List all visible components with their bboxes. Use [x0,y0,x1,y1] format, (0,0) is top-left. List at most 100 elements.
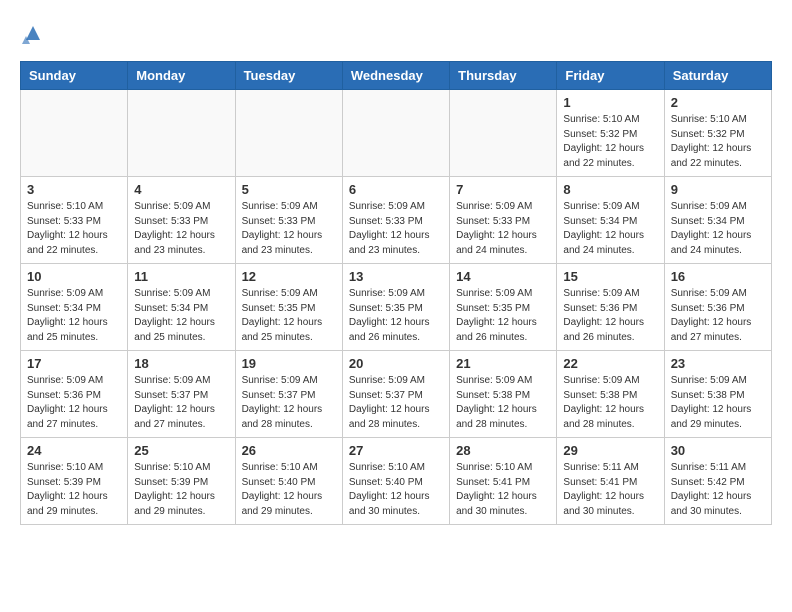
day-info: Sunrise: 5:09 AMSunset: 5:36 PMDaylight:… [671,287,765,345]
day-number: 13 [349,269,443,284]
day-info: Sunrise: 5:09 AMSunset: 5:34 PMDaylight:… [27,287,121,345]
day-info: Sunrise: 5:10 AMSunset: 5:33 PMDaylight:… [27,200,121,258]
day-info: Sunrise: 5:09 AMSunset: 5:34 PMDaylight:… [671,200,765,258]
calendar-cell: 6Sunrise: 5:09 AMSunset: 5:33 PMDaylight… [342,177,449,264]
day-number: 27 [349,443,443,458]
calendar-cell: 7 Sunrise: 5:09 AMSunset: 5:33 PMDaylight… [450,177,557,264]
calendar-week-row-2: 3 Sunrise: 5:10 AMSunset: 5:33 PMDaylight… [21,177,772,264]
weekday-header-thursday: Thursday [450,62,557,90]
calendar-cell: 29 Sunrise: 5:11 AMSunset: 5:41 PMDayligh… [557,438,664,525]
day-number: 8 [563,182,657,197]
calendar: SundayMondayTuesdayWednesdayThursdayFrid… [20,61,772,525]
calendar-cell: 5 Sunrise: 5:09 AMSunset: 5:33 PMDaylight… [235,177,342,264]
day-info: Sunrise: 5:11 AMSunset: 5:42 PMDaylight:… [671,461,765,519]
day-number: 23 [671,356,765,371]
calendar-cell: 19Sunrise: 5:09 AMSunset: 5:37 PMDayligh… [235,351,342,438]
day-number: 28 [456,443,550,458]
day-info: Sunrise: 5:09 AMSunset: 5:33 PMDaylight:… [242,200,336,258]
calendar-cell: 17 Sunrise: 5:09 AMSunset: 5:36 PMDayligh… [21,351,128,438]
day-number: 11 [134,269,228,284]
calendar-week-row-5: 24 Sunrise: 5:10 AMSunset: 5:39 PMDayligh… [21,438,772,525]
day-number: 17 [27,356,121,371]
logo [20,20,44,49]
day-number: 30 [671,443,765,458]
calendar-cell: 1 Sunrise: 5:10 AMSunset: 5:32 PMDaylight… [557,90,664,177]
weekday-header-tuesday: Tuesday [235,62,342,90]
day-info: Sunrise: 5:09 AMSunset: 5:35 PMDaylight:… [242,287,336,345]
calendar-cell [235,90,342,177]
day-number: 6 [349,182,443,197]
day-number: 14 [456,269,550,284]
day-info: Sunrise: 5:09 AMSunset: 5:38 PMDaylight:… [671,374,765,432]
calendar-cell: 8 Sunrise: 5:09 AMSunset: 5:34 PMDaylight… [557,177,664,264]
calendar-cell: 24 Sunrise: 5:10 AMSunset: 5:39 PMDayligh… [21,438,128,525]
page: SundayMondayTuesdayWednesdayThursdayFrid… [0,0,792,545]
day-info: Sunrise: 5:10 AMSunset: 5:32 PMDaylight:… [671,113,765,171]
weekday-header-row: SundayMondayTuesdayWednesdayThursdayFrid… [21,62,772,90]
calendar-cell: 10Sunrise: 5:09 AMSunset: 5:34 PMDayligh… [21,264,128,351]
day-info: Sunrise: 5:09 AMSunset: 5:33 PMDaylight:… [134,200,228,258]
day-number: 25 [134,443,228,458]
header [20,16,772,49]
day-number: 12 [242,269,336,284]
calendar-cell: 25 Sunrise: 5:10 AMSunset: 5:39 PMDayligh… [128,438,235,525]
weekday-header-wednesday: Wednesday [342,62,449,90]
day-number: 21 [456,356,550,371]
calendar-cell: 18 Sunrise: 5:09 AMSunset: 5:37 PMDayligh… [128,351,235,438]
day-info: Sunrise: 5:10 AMSunset: 5:39 PMDaylight:… [27,461,121,519]
weekday-header-monday: Monday [128,62,235,90]
day-number: 15 [563,269,657,284]
calendar-week-row-1: 1 Sunrise: 5:10 AMSunset: 5:32 PMDaylight… [21,90,772,177]
day-number: 24 [27,443,121,458]
calendar-cell: 9Sunrise: 5:09 AMSunset: 5:34 PMDaylight… [664,177,771,264]
day-number: 18 [134,356,228,371]
calendar-cell: 28 Sunrise: 5:10 AMSunset: 5:41 PMDayligh… [450,438,557,525]
calendar-cell [128,90,235,177]
day-info: Sunrise: 5:09 AMSunset: 5:38 PMDaylight:… [456,374,550,432]
calendar-cell [21,90,128,177]
day-info: Sunrise: 5:09 AMSunset: 5:34 PMDaylight:… [563,200,657,258]
calendar-cell: 21 Sunrise: 5:09 AMSunset: 5:38 PMDayligh… [450,351,557,438]
day-number: 26 [242,443,336,458]
day-info: Sunrise: 5:09 AMSunset: 5:38 PMDaylight:… [563,374,657,432]
day-number: 2 [671,95,765,110]
day-number: 29 [563,443,657,458]
weekday-header-saturday: Saturday [664,62,771,90]
day-number: 22 [563,356,657,371]
calendar-cell: 22 Sunrise: 5:09 AMSunset: 5:38 PMDayligh… [557,351,664,438]
calendar-cell: 2 Sunrise: 5:10 AMSunset: 5:32 PMDaylight… [664,90,771,177]
day-number: 5 [242,182,336,197]
day-info: Sunrise: 5:09 AMSunset: 5:37 PMDaylight:… [134,374,228,432]
calendar-cell: 26 Sunrise: 5:10 AMSunset: 5:40 PMDayligh… [235,438,342,525]
calendar-cell: 12 Sunrise: 5:09 AMSunset: 5:35 PMDayligh… [235,264,342,351]
day-number: 19 [242,356,336,371]
day-info: Sunrise: 5:10 AMSunset: 5:32 PMDaylight:… [563,113,657,171]
day-info: Sunrise: 5:09 AMSunset: 5:36 PMDaylight:… [27,374,121,432]
calendar-cell [450,90,557,177]
calendar-cell: 4 Sunrise: 5:09 AMSunset: 5:33 PMDaylight… [128,177,235,264]
day-number: 7 [456,182,550,197]
day-info: Sunrise: 5:09 AMSunset: 5:34 PMDaylight:… [134,287,228,345]
calendar-week-row-4: 17 Sunrise: 5:09 AMSunset: 5:36 PMDayligh… [21,351,772,438]
calendar-cell [342,90,449,177]
day-info: Sunrise: 5:11 AMSunset: 5:41 PMDaylight:… [563,461,657,519]
day-number: 4 [134,182,228,197]
calendar-cell: 16 Sunrise: 5:09 AMSunset: 5:36 PMDayligh… [664,264,771,351]
calendar-cell: 23 Sunrise: 5:09 AMSunset: 5:38 PMDayligh… [664,351,771,438]
day-info: Sunrise: 5:10 AMSunset: 5:40 PMDaylight:… [242,461,336,519]
day-info: Sunrise: 5:10 AMSunset: 5:41 PMDaylight:… [456,461,550,519]
day-number: 1 [563,95,657,110]
calendar-cell: 30 Sunrise: 5:11 AMSunset: 5:42 PMDayligh… [664,438,771,525]
calendar-week-row-3: 10Sunrise: 5:09 AMSunset: 5:34 PMDayligh… [21,264,772,351]
calendar-cell: 13Sunrise: 5:09 AMSunset: 5:35 PMDayligh… [342,264,449,351]
calendar-cell: 15Sunrise: 5:09 AMSunset: 5:36 PMDayligh… [557,264,664,351]
weekday-header-friday: Friday [557,62,664,90]
calendar-cell: 14Sunrise: 5:09 AMSunset: 5:35 PMDayligh… [450,264,557,351]
day-number: 20 [349,356,443,371]
logo-icon [22,22,44,49]
day-info: Sunrise: 5:09 AMSunset: 5:37 PMDaylight:… [349,374,443,432]
day-info: Sunrise: 5:10 AMSunset: 5:39 PMDaylight:… [134,461,228,519]
day-number: 16 [671,269,765,284]
day-info: Sunrise: 5:09 AMSunset: 5:33 PMDaylight:… [456,200,550,258]
day-number: 3 [27,182,121,197]
